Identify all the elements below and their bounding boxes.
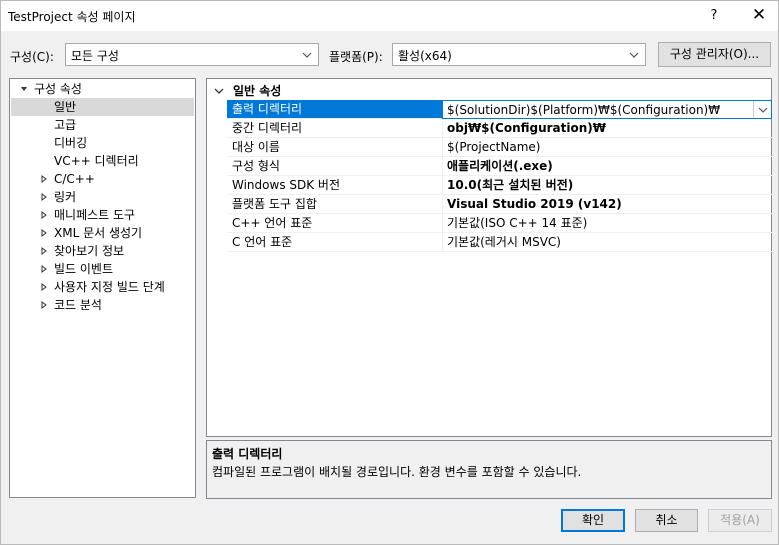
configuration-label: 구성(C): (10, 50, 54, 64)
property-value[interactable]: obj₩$(Configuration)₩ (442, 119, 772, 138)
property-value[interactable]: Visual Studio 2019 (v142) (442, 195, 772, 214)
property-name: 출력 디렉터리 (227, 100, 442, 119)
tree-item-xml-document-generator[interactable]: XML 문서 생성기 (10, 224, 195, 242)
tree-item-vc-directories[interactable]: VC++ 디렉터리 (10, 152, 195, 170)
triangle-right-icon[interactable] (39, 206, 49, 224)
window-title: TestProject 속성 페이지 (8, 10, 136, 24)
property-name: Windows SDK 버전 (227, 176, 442, 195)
property-grid: 일반 속성 출력 디렉터리 $(SolutionDir)$(Platform)₩… (206, 78, 772, 437)
chevron-down-icon (629, 52, 639, 58)
triangle-right-icon[interactable] (39, 260, 49, 278)
triangle-down-icon (21, 87, 27, 91)
platform-label: 플랫폼(P): (329, 50, 383, 64)
tree-item-label: 매니페스트 도구 (54, 208, 136, 222)
tree-item-label: 디버깅 (54, 136, 88, 150)
tree-item-code-analysis[interactable]: 코드 분석 (10, 296, 195, 314)
tree-item-label: XML 문서 생성기 (54, 226, 143, 240)
help-button[interactable]: ? (698, 1, 730, 31)
property-value[interactable]: 기본값(ISO C++ 14 표준) (442, 214, 772, 233)
tree-item-browse-information[interactable]: 찾아보기 정보 (10, 242, 195, 260)
property-name: 플랫폼 도구 집합 (227, 195, 442, 214)
tree-item-custom-build-step[interactable]: 사용자 지정 빌드 단계 (10, 278, 195, 296)
property-row-windows-sdk-version[interactable]: Windows SDK 버전 10.0(최근 설치된 버전) (227, 176, 772, 195)
chevron-down-icon[interactable] (212, 84, 226, 98)
tree-item-debugging[interactable]: 디버깅 (10, 134, 195, 152)
property-row-c-language-standard[interactable]: C 언어 표준 기본값(레거시 MSVC) (227, 233, 772, 252)
property-row-configuration-type[interactable]: 구성 형식 애플리케이션(.exe) (227, 157, 772, 176)
configuration-manager-button[interactable]: 구성 관리자(O)... (658, 42, 771, 67)
chevron-down-icon (302, 52, 312, 58)
tree-item-advanced[interactable]: 고급 (10, 116, 195, 134)
tree-item-cpp[interactable]: C/C++ (10, 170, 195, 188)
tree-item-configuration-properties[interactable]: 구성 속성 (10, 80, 195, 98)
property-row-target-name[interactable]: 대상 이름 $(ProjectName) (227, 138, 772, 157)
property-value[interactable]: $(ProjectName) (442, 138, 772, 157)
tree-item-label: C/C++ (54, 172, 95, 186)
property-row-intermediate-directory[interactable]: 중간 디렉터리 obj₩$(Configuration)₩ (227, 119, 772, 138)
tree-item-label: 코드 분석 (54, 298, 102, 312)
chevron-down-icon (758, 107, 768, 113)
property-pages-dialog: TestProject 속성 페이지 ? ✕ 구성(C): 모든 구성 플랫폼(… (0, 0, 779, 545)
triangle-right-icon[interactable] (39, 188, 49, 206)
tree-item-label: 링커 (54, 190, 77, 204)
property-value[interactable]: 10.0(최근 설치된 버전) (442, 176, 772, 195)
category-header[interactable]: 일반 속성 (207, 82, 771, 100)
close-button[interactable]: ✕ (741, 1, 777, 31)
ok-button[interactable]: 확인 (561, 509, 625, 532)
description-title: 출력 디렉터리 (212, 447, 283, 461)
property-row-output-directory[interactable]: 출력 디렉터리 $(SolutionDir)$(Platform)₩$(Conf… (227, 100, 772, 119)
property-row-cpp-language-standard[interactable]: C++ 언어 표준 기본값(ISO C++ 14 표준) (227, 214, 772, 233)
configuration-value: 모든 구성 (71, 49, 119, 63)
tree-item-label: 구성 속성 (34, 82, 82, 96)
tree-item-general[interactable]: 일반 (11, 98, 194, 116)
property-row-platform-toolset[interactable]: 플랫폼 도구 집합 Visual Studio 2019 (v142) (227, 195, 772, 214)
property-name: 대상 이름 (227, 138, 442, 157)
triangle-right-icon[interactable] (39, 278, 49, 296)
property-value-text: $(SolutionDir)$(Platform)₩$(Configuratio… (447, 103, 721, 117)
tree-item-label: 빌드 이벤트 (54, 262, 114, 276)
tree-item-label: 찾아보기 정보 (54, 244, 125, 258)
close-icon: ✕ (751, 5, 767, 25)
property-name: C 언어 표준 (227, 233, 442, 252)
tree-item-label: 일반 (54, 100, 77, 114)
tree-item-manifest-tool[interactable]: 매니페스트 도구 (10, 206, 195, 224)
platform-combo[interactable]: 활성(x64) (392, 43, 646, 66)
platform-value: 활성(x64) (398, 49, 452, 63)
apply-button[interactable]: 적용(A) (708, 509, 772, 532)
configuration-combo[interactable]: 모든 구성 (65, 43, 319, 66)
tree-item-build-events[interactable]: 빌드 이벤트 (10, 260, 195, 278)
tree-item-label: VC++ 디렉터리 (54, 154, 139, 168)
description-text: 컴파일된 프로그램이 배치될 경로입니다. 환경 변수를 포함할 수 있습니다. (212, 465, 582, 479)
category-label: 일반 속성 (233, 84, 282, 98)
property-value[interactable]: 기본값(레거시 MSVC) (442, 233, 772, 252)
description-panel: 출력 디렉터리 컴파일된 프로그램이 배치될 경로입니다. 환경 변수를 포함할… (206, 440, 772, 499)
property-tree: 구성 속성 일반 고급 디버깅 VC++ 디렉터리 C/C++ 링커 매니페스트… (9, 78, 196, 498)
tree-item-linker[interactable]: 링커 (10, 188, 195, 206)
triangle-right-icon[interactable] (39, 242, 49, 260)
property-name: 구성 형식 (227, 157, 442, 176)
property-value[interactable]: $(SolutionDir)$(Platform)₩$(Configuratio… (442, 100, 772, 119)
tree-item-label: 사용자 지정 빌드 단계 (54, 280, 165, 294)
triangle-right-icon[interactable] (39, 224, 49, 242)
property-value[interactable]: 애플리케이션(.exe) (442, 157, 772, 176)
triangle-right-icon[interactable] (39, 170, 49, 188)
title-bar: TestProject 속성 페이지 ? ✕ (1, 1, 778, 31)
property-name: C++ 언어 표준 (227, 214, 442, 233)
property-name: 중간 디렉터리 (227, 119, 442, 138)
cancel-button[interactable]: 취소 (635, 509, 698, 532)
value-dropdown-button[interactable] (753, 101, 771, 118)
tree-item-label: 고급 (54, 118, 77, 132)
triangle-right-icon[interactable] (39, 296, 49, 314)
